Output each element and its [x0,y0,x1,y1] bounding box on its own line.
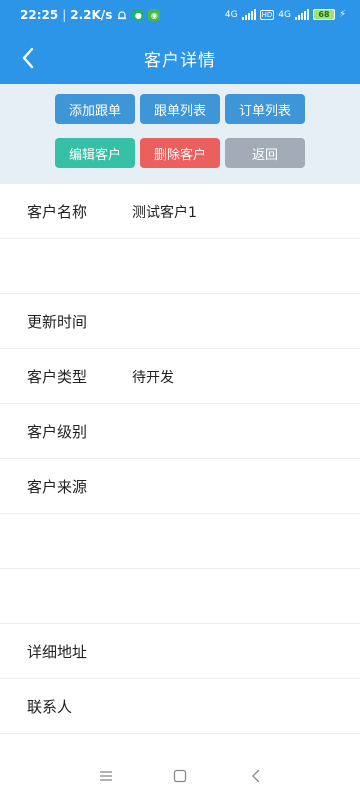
alarm-icon [118,11,127,20]
field-label: 客户级别 [27,423,88,441]
clock: 22:25 [20,8,59,22]
field-label: 更新时间 [27,313,88,331]
detail-row: 客户类型 待开发 [0,349,360,404]
recent-apps-button[interactable] [96,766,116,786]
home-square-icon [173,769,187,783]
detail-row [0,514,360,569]
home-button[interactable] [170,766,190,786]
follow-list-button[interactable]: 跟单列表 [140,94,220,124]
order-list-button[interactable]: 订单列表 [225,94,305,124]
signal-icon-2 [294,9,309,20]
detail-row: 客户级别 [0,404,360,459]
field-label: 客户名称 [27,203,88,221]
customer-detail-list: 客户名称 测试客户1 更新时间 客户类型 待开发 客户级别 客户来源 详细地址 … [0,184,360,734]
action-toolbar: 添加跟单 跟单列表 订单列表 编辑客户 删除客户 返回 [0,84,360,184]
edit-customer-button[interactable]: 编辑客户 [55,138,135,168]
charging-icon: ⚡ [338,9,346,20]
field-label: 详细地址 [27,643,88,661]
app-bar: 客户详情 [0,32,360,84]
network-type-1: 4G [224,9,238,20]
detail-row: 客户名称 测试客户1 [0,184,360,239]
status-right: 4G HD 4G 68 ⚡ [225,9,346,20]
page-title: 客户详情 [144,51,216,71]
back-triangle-icon [252,769,260,783]
detail-row: 客户来源 [0,459,360,514]
detail-row: 详细地址 [0,624,360,679]
app-notification-icon: ● [132,9,145,21]
field-value: 待开发 [132,370,174,386]
system-nav-bar [0,752,360,800]
field-value: 测试客户1 [132,205,197,221]
network-speed: 2.2K/s [70,8,113,22]
status-bar: 22:25 | 2.2K/s ● ◉ 4G HD 4G 68 ⚡ [0,0,360,32]
hd-badge: HD [259,9,275,20]
detail-row [0,239,360,294]
battery-icon: 68 [312,9,335,20]
field-label: 客户来源 [27,478,88,496]
field-label: 联系人 [27,698,73,716]
signal-icon-1 [241,9,256,20]
system-back-button[interactable] [246,766,266,786]
return-button[interactable]: 返回 [225,138,305,168]
delete-customer-button[interactable]: 删除客户 [140,138,220,168]
status-left: 22:25 | 2.2K/s ● ◉ [20,8,161,22]
detail-row: 更新时间 [0,294,360,349]
menu-icon [100,771,112,781]
detail-row: 联系人 [0,679,360,734]
wechat-notification-icon: ◉ [148,9,161,21]
network-type-2: 4G [278,9,291,20]
field-label: 客户类型 [27,368,88,386]
add-follow-button[interactable]: 添加跟单 [55,94,135,124]
detail-row [0,569,360,624]
